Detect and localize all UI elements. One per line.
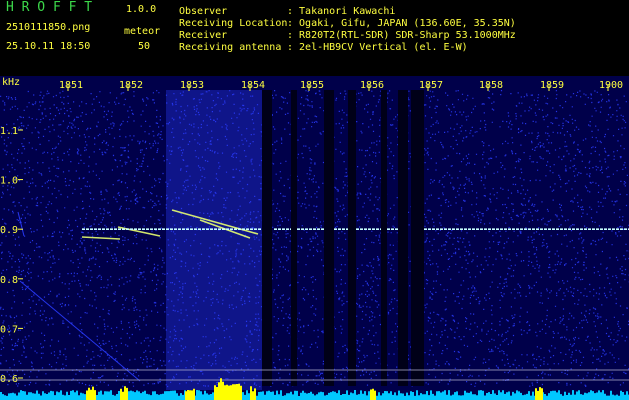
gap-band	[411, 90, 424, 386]
gap-band	[324, 90, 334, 386]
gap-band	[291, 90, 297, 386]
capture-datetime: 25.10.11 18:50	[6, 41, 91, 52]
gap-band	[381, 90, 387, 386]
y-tick-label: 0.7	[0, 324, 18, 335]
x-tick-label: 1855	[300, 80, 324, 91]
meteor-label: meteor	[124, 26, 161, 37]
x-tick-label: 1856	[360, 80, 384, 91]
app-version: 1.0.0	[126, 4, 157, 15]
header-panel: H R O F F T 1.0.0 2510111850.png meteor …	[0, 0, 629, 76]
spectrogram: kHz 1.1 1.0 0.9 0.8 0.7 0.6 1851 1852 1853 1854 1…	[0, 76, 629, 400]
y-tick-label: 1.0	[0, 176, 18, 187]
gap-band	[398, 90, 408, 386]
observer-label: Observer	[179, 6, 228, 17]
y-tick-label: 1.1	[0, 126, 18, 137]
bright-noise-zone	[166, 90, 262, 390]
x-tick-label: 1853	[180, 80, 204, 91]
y-tick-label: 0.9	[0, 225, 18, 236]
location-value: : Ogaki, Gifu, JAPAN (136.60E, 35.35N)	[287, 18, 516, 29]
x-tick-label: 1854	[241, 80, 265, 91]
image-filename: 2510111850.png	[6, 22, 91, 33]
y-unit-label: kHz	[2, 77, 20, 88]
antenna-label: Receiving antenna	[179, 42, 282, 53]
x-tick-label: 1859	[540, 80, 564, 91]
x-tick-label: 1852	[119, 80, 143, 91]
location-label: Receiving Location	[179, 18, 288, 29]
receiver-label: Receiver	[179, 30, 228, 41]
x-tick-label: 1857	[419, 80, 443, 91]
x-tick-label: 1858	[479, 80, 503, 91]
x-tick-label: 1900	[599, 80, 623, 91]
antenna-value: : 2el-HB9CV Vertical (el. E-W)	[287, 42, 468, 53]
receiver-value: : R820T2(RTL-SDR) SDR-Sharp 53.1000MHz	[287, 30, 516, 41]
x-tick-label: 1851	[59, 80, 83, 91]
app-logo: H R O F F T	[6, 0, 93, 15]
y-tick-label: 0.6	[0, 374, 18, 385]
observer-value: : Takanori Kawachi	[287, 6, 396, 17]
gap-band	[262, 90, 272, 386]
y-tick-label: 0.8	[0, 275, 18, 286]
gap-band	[348, 90, 356, 386]
meteor-count: 50	[138, 41, 151, 52]
